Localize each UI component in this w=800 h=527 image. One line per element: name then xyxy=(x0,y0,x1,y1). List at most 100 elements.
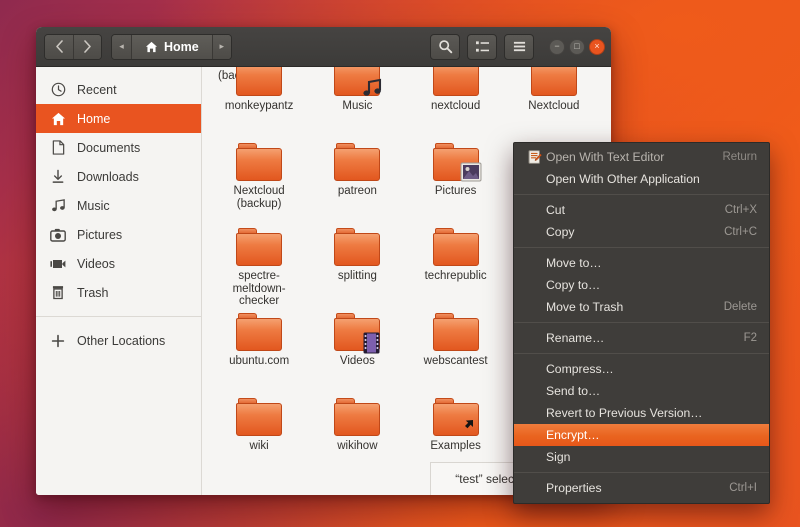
menu-item-encrypt[interactable]: Encrypt… xyxy=(514,424,769,446)
folder-icon xyxy=(334,228,380,266)
menu-item-copy-to[interactable]: Copy to… xyxy=(514,274,769,296)
folder-item[interactable]: Videos xyxy=(308,308,406,393)
close-button[interactable]: × xyxy=(589,39,605,55)
context-menu[interactable]: Open With Text EditorReturn Open With Oth… xyxy=(513,142,770,504)
folder-item[interactable]: webscantest xyxy=(407,308,505,393)
folder-item[interactable]: nextcloud xyxy=(407,67,505,138)
chevron-right-icon xyxy=(83,40,92,53)
folder-icon xyxy=(236,67,282,96)
menu-item-label: Move to… xyxy=(546,256,757,270)
sidebar-item-downloads[interactable]: Downloads xyxy=(36,162,201,191)
file-label: splitting xyxy=(319,270,395,283)
menu-button[interactable] xyxy=(504,34,534,60)
sidebar-item-other-locations[interactable]: Other Locations xyxy=(36,326,201,355)
chevron-left-icon xyxy=(55,40,64,53)
menu-separator xyxy=(514,194,769,195)
file-label: Nextcloud xyxy=(516,100,592,113)
folder-item[interactable]: splitting xyxy=(308,223,406,308)
file-label: Music xyxy=(319,100,395,113)
sidebar-item-label: Music xyxy=(77,199,110,213)
file-label: Pictures xyxy=(418,185,494,198)
folder-item[interactable]: Nextcloud (backup) xyxy=(210,138,308,223)
sidebar-item-label: Trash xyxy=(77,286,109,300)
menu-item-label: Copy to… xyxy=(546,278,757,292)
menu-separator xyxy=(514,247,769,248)
folder-item[interactable]: wikihow xyxy=(308,393,406,478)
file-label: ubuntu.com xyxy=(221,355,297,368)
folder-item[interactable]: patreon xyxy=(308,138,406,223)
menu-item-shortcut: Ctrl+I xyxy=(729,482,757,494)
folder-icon xyxy=(433,143,479,181)
menu-separator xyxy=(514,322,769,323)
header-actions: − □ × xyxy=(430,34,605,60)
sidebar-item-label: Documents xyxy=(77,141,140,155)
folder-item[interactable]: Nextcloud xyxy=(505,67,603,138)
minimize-button[interactable]: − xyxy=(549,39,565,55)
sidebar-item-label: Pictures xyxy=(77,228,122,242)
menu-item-revert-to-previous-version[interactable]: Revert to Previous Version… xyxy=(514,402,769,424)
menu-item-label: Compress… xyxy=(546,362,757,376)
menu-item-label: Copy xyxy=(546,225,708,239)
menu-item-move-to[interactable]: Move to… xyxy=(514,252,769,274)
picture-emblem xyxy=(460,162,482,182)
sidebar-item-pictures[interactable]: Pictures xyxy=(36,220,201,249)
folder-item[interactable]: spectre-meltdown-checker xyxy=(210,223,308,308)
folder-item[interactable]: wiki xyxy=(210,393,308,478)
window-header-bar: ◂ Home ▸ xyxy=(36,27,611,67)
sidebar-item-recent[interactable]: Recent xyxy=(36,75,201,104)
sidebar-item-label: Other Locations xyxy=(77,334,165,348)
file-label: monkeypantz xyxy=(221,100,297,113)
folder-icon xyxy=(433,228,479,266)
search-button[interactable] xyxy=(430,34,460,60)
path-scroll-left-button[interactable]: ◂ xyxy=(112,35,131,59)
menu-item-compress[interactable]: Compress… xyxy=(514,358,769,380)
music-note-icon xyxy=(50,198,66,214)
sidebar-item-music[interactable]: Music xyxy=(36,191,201,220)
menu-item-sign[interactable]: Sign xyxy=(514,446,769,468)
download-icon xyxy=(50,169,66,185)
menu-item-rename[interactable]: Rename…F2 xyxy=(514,327,769,349)
navigation-button-group xyxy=(44,34,102,60)
path-scroll-right-button[interactable]: ▸ xyxy=(212,35,231,59)
folder-item[interactable]: ubuntu.com xyxy=(210,308,308,393)
view-options-button[interactable] xyxy=(467,34,497,60)
document-icon xyxy=(50,140,66,156)
menu-item-send-to[interactable]: Send to… xyxy=(514,380,769,402)
menu-item-move-to-trash[interactable]: Move to TrashDelete xyxy=(514,296,769,318)
home-icon xyxy=(50,111,66,127)
folder-icon xyxy=(236,143,282,181)
sidebar-item-documents[interactable]: Documents xyxy=(36,133,201,162)
menu-item-open-with-text-editor[interactable]: Open With Text EditorReturn xyxy=(514,146,769,168)
folder-item[interactable]: Pictures xyxy=(407,138,505,223)
folder-icon xyxy=(334,313,380,351)
back-button[interactable] xyxy=(45,35,73,59)
menu-item-open-with-other-application[interactable]: Open With Other Application xyxy=(514,168,769,190)
menu-item-copy[interactable]: Copy Ctrl+C xyxy=(514,221,769,243)
folder-icon xyxy=(236,313,282,351)
sidebar-item-label: Videos xyxy=(77,257,115,271)
menu-item-label: Move to Trash xyxy=(546,300,708,314)
menu-item-label: Open With Other Application xyxy=(546,172,757,186)
menu-item-label: Revert to Previous Version… xyxy=(546,406,757,420)
breadcrumb-label: Home xyxy=(164,40,199,54)
sidebar-item-videos[interactable]: Videos xyxy=(36,249,201,278)
folder-item[interactable]: techrepublic xyxy=(407,223,505,308)
folder-item[interactable]: Music xyxy=(308,67,406,138)
menu-item-label: Rename… xyxy=(546,331,728,345)
menu-item-shortcut: Ctrl+C xyxy=(724,226,757,238)
maximize-button[interactable]: □ xyxy=(569,39,585,55)
folder-icon xyxy=(433,313,479,351)
file-label: wikihow xyxy=(319,440,395,453)
menu-item-cut[interactable]: CutCtrl+X xyxy=(514,199,769,221)
menu-item-shortcut: Return xyxy=(722,151,757,163)
menu-item-label: Encrypt… xyxy=(546,428,757,442)
sidebar-item-home[interactable]: Home xyxy=(36,104,201,133)
folder-item[interactable]: monkeypantz xyxy=(210,67,308,138)
breadcrumb-item-home[interactable]: Home xyxy=(131,35,212,59)
breadcrumb: ◂ Home ▸ xyxy=(111,34,232,60)
menu-item-label: Sign xyxy=(546,450,757,464)
menu-item-properties[interactable]: PropertiesCtrl+I xyxy=(514,477,769,499)
trash-icon xyxy=(50,285,66,301)
forward-button[interactable] xyxy=(73,35,101,59)
sidebar-item-trash[interactable]: Trash xyxy=(36,278,201,307)
